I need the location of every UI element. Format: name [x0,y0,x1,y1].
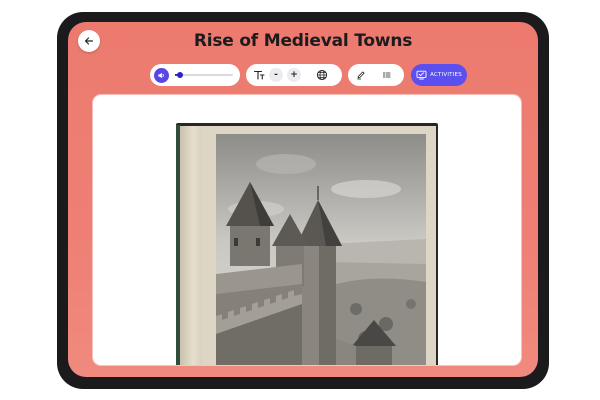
audio-progress-slider[interactable] [175,72,233,78]
app-screen: Rise of Medieval Towns - + ACTIVITIES [68,22,538,377]
increase-text-button[interactable]: + [287,68,301,82]
annotation-tools [348,64,404,86]
audio-progress-knob[interactable] [176,72,183,78]
page-edge [180,126,202,365]
castle-photograph [216,134,426,365]
book-page [180,126,436,365]
speaker-icon [158,72,164,78]
activities-label: ACTIVITIES [430,72,462,78]
pen-icon[interactable] [356,70,366,80]
list-icon[interactable] [382,70,392,80]
audio-play-button[interactable] [154,67,169,83]
decrease-text-button[interactable]: - [269,68,283,82]
activities-button[interactable]: ACTIVITIES [411,64,467,86]
content-card [93,95,521,365]
audio-player [150,64,240,86]
activities-icon [416,70,427,80]
text-size-icon[interactable] [253,69,265,81]
book-scan [176,123,438,365]
page-title: Rise of Medieval Towns [193,31,413,51]
text-tools: - + [246,64,342,86]
globe-icon[interactable] [316,69,328,81]
